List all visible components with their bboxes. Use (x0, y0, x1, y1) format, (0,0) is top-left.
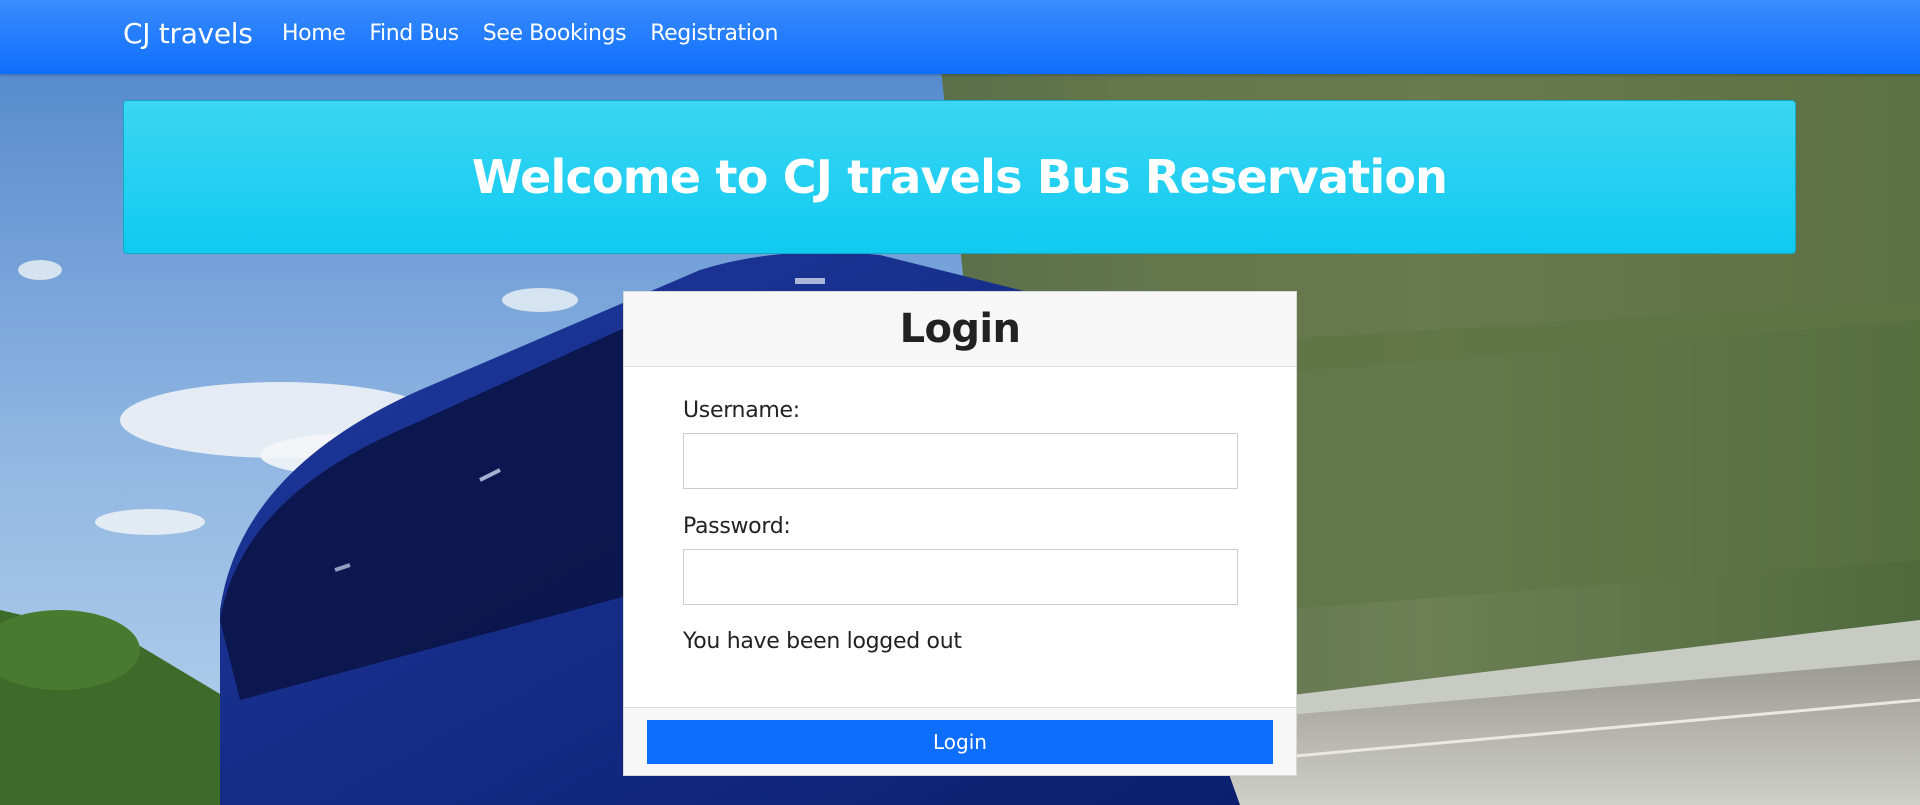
login-button[interactable]: Login (647, 720, 1273, 764)
nav-link-see-bookings[interactable]: See Bookings (483, 18, 627, 50)
login-title: Login (899, 306, 1021, 352)
nav-links: Home Find Bus See Bookings Registration (282, 18, 802, 50)
logout-status-message: You have been logged out (683, 629, 962, 654)
password-input[interactable] (683, 549, 1238, 605)
login-card: Login Username: Password: You have been … (623, 291, 1297, 776)
username-label: Username: (683, 398, 800, 423)
nav-link-home[interactable]: Home (282, 18, 346, 50)
login-card-footer: Login (624, 707, 1296, 775)
brand-link[interactable]: CJ travels (123, 14, 253, 54)
nav-link-registration[interactable]: Registration (650, 18, 778, 50)
welcome-banner: Welcome to CJ travels Bus Reservation (123, 100, 1796, 254)
login-card-header: Login (624, 292, 1296, 367)
password-label: Password: (683, 514, 791, 539)
username-input[interactable] (683, 433, 1238, 489)
login-form: Username: Password: You have been logged… (624, 367, 1296, 706)
nav-link-find-bus[interactable]: Find Bus (369, 18, 459, 50)
welcome-heading: Welcome to CJ travels Bus Reservation (471, 150, 1448, 204)
top-navbar: CJ travels Home Find Bus See Bookings Re… (0, 0, 1920, 74)
